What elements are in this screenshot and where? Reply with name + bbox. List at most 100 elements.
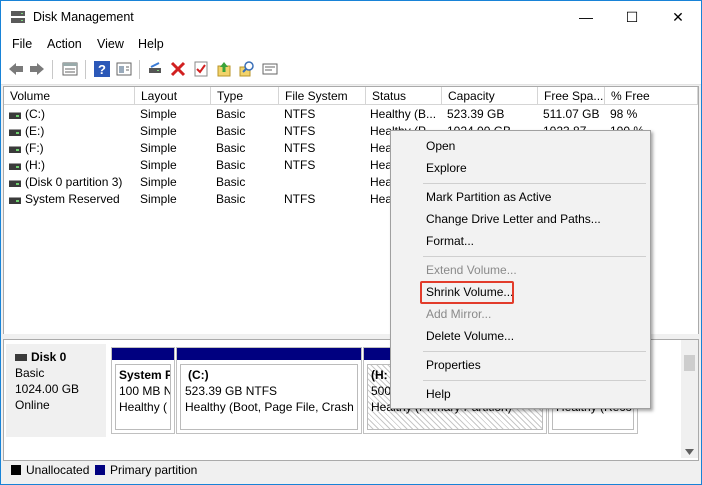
disk-name-label: Disk 0: [31, 350, 67, 364]
cell-type: Basic: [216, 175, 246, 189]
disk-type: Basic: [15, 366, 45, 380]
close-button[interactable]: ✕: [655, 1, 701, 33]
cell-file-system: NTFS: [284, 158, 316, 172]
column-header-capacity[interactable]: Capacity: [442, 87, 538, 105]
drive-icon: [9, 112, 21, 119]
column-header-file-system[interactable]: File System: [279, 87, 366, 105]
column-header-type[interactable]: Type: [211, 87, 279, 105]
menu-item-format[interactable]: Format...: [426, 232, 474, 250]
cell-status: Healthy (B...: [370, 107, 437, 121]
scroll-down-icon[interactable]: [685, 449, 694, 455]
cell-layout: Simple: [140, 158, 177, 172]
disk-state: Online: [15, 398, 50, 412]
title-bar: Disk Management — ☐ ✕: [1, 1, 701, 33]
delete-icon[interactable]: [169, 60, 187, 78]
minimize-button[interactable]: —: [563, 1, 609, 33]
cell-layout: Simple: [140, 107, 177, 121]
cell-type: Basic: [216, 107, 246, 121]
menu-file[interactable]: File: [12, 37, 32, 51]
menu-item-mark-active[interactable]: Mark Partition as Active: [426, 188, 551, 206]
scrollbar-thumb[interactable]: [684, 355, 695, 371]
legend-swatch-primary: [95, 465, 105, 475]
menu-item-properties[interactable]: Properties: [426, 356, 481, 374]
partition-c[interactable]: (C:) 523.39 GB NTFS Healthy (Boot, Page …: [176, 347, 362, 434]
search-icon[interactable]: [238, 60, 256, 78]
menu-item-open[interactable]: Open: [426, 137, 455, 155]
menu-action[interactable]: Action: [47, 37, 82, 51]
cell-layout: Simple: [140, 124, 177, 138]
maximize-button[interactable]: ☐: [609, 1, 655, 33]
cell-volume: (C:): [25, 107, 45, 121]
check-icon[interactable]: [192, 60, 210, 78]
disk-icon: [15, 354, 27, 362]
drive-icon: [9, 146, 21, 153]
menu-help[interactable]: Help: [138, 37, 164, 51]
cell-layout: Simple: [140, 175, 177, 189]
upload-icon[interactable]: [215, 60, 233, 78]
cell-file-system: NTFS: [284, 124, 316, 138]
cell-volume: (H:): [25, 158, 45, 172]
partition-system-reserved[interactable]: System F 100 MB N Healthy (: [111, 347, 175, 434]
partition-size: 523.39 GB NTFS: [185, 384, 278, 398]
cell-file-system: NTFS: [284, 141, 316, 155]
cell-layout: Simple: [140, 141, 177, 155]
column-header-percent-free[interactable]: % Free: [605, 87, 698, 105]
back-icon[interactable]: [7, 60, 25, 78]
menu-item-delete-volume[interactable]: Delete Volume...: [426, 327, 514, 345]
disk-0-info[interactable]: Disk 0 Basic 1024.00 GB Online: [6, 344, 106, 437]
legend-swatch-unallocated: [11, 465, 21, 475]
list-view-icon[interactable]: [61, 60, 79, 78]
connect-icon[interactable]: [146, 60, 164, 78]
partition-name: System F: [119, 368, 171, 382]
disk-view-scrollbar[interactable]: [681, 340, 698, 458]
legend-unallocated: Unallocated: [26, 463, 90, 477]
cell-volume: System Reserved: [25, 192, 120, 206]
partition-status: Healthy (Boot, Page File, Crash D: [185, 400, 358, 414]
partition-status: Healthy (: [119, 400, 168, 414]
disk-management-window: Disk Management — ☐ ✕ File Action View H…: [0, 0, 702, 485]
disk-name: Disk 0: [15, 350, 66, 364]
menu-bar: File Action View Help: [1, 33, 701, 55]
menu-item-explore[interactable]: Explore: [426, 159, 467, 177]
partition-size: 100 MB N: [119, 384, 171, 398]
forward-icon[interactable]: [28, 60, 46, 78]
menu-view[interactable]: View: [97, 37, 124, 51]
cell-type: Basic: [216, 141, 246, 155]
drive-icon: [9, 180, 21, 187]
window-title: Disk Management: [33, 10, 134, 24]
legend-primary: Primary partition: [110, 463, 198, 477]
legend: Unallocated Primary partition: [3, 461, 697, 481]
cell-type: Basic: [216, 158, 246, 172]
table-row[interactable]: (C:) Simple Basic NTFS Healthy (B... 523…: [4, 106, 698, 123]
column-header-layout[interactable]: Layout: [135, 87, 211, 105]
properties-icon[interactable]: [261, 60, 279, 78]
cell-layout: Simple: [140, 192, 177, 206]
disk-size: 1024.00 GB: [15, 382, 80, 396]
menu-item-change-drive-letter[interactable]: Change Drive Letter and Paths...: [426, 210, 601, 228]
cell-volume: (F:): [25, 141, 44, 155]
toolbar: ?: [1, 55, 701, 85]
cell-capacity: 523.39 GB: [447, 107, 505, 121]
menu-item-help[interactable]: Help: [426, 385, 451, 403]
disk-management-app-icon: [11, 11, 25, 23]
partition-name: (C:): [188, 368, 209, 382]
column-header-status[interactable]: Status: [366, 87, 442, 105]
help-icon[interactable]: ?: [93, 60, 111, 78]
cell-type: Basic: [216, 124, 246, 138]
column-header-volume[interactable]: Volume: [4, 87, 135, 105]
menu-item-extend-volume: Extend Volume...: [426, 263, 517, 277]
column-header-free-space[interactable]: Free Spa...: [538, 87, 605, 105]
svg-text:?: ?: [98, 62, 106, 77]
show-hide-icon[interactable]: [115, 60, 133, 78]
cell-volume: (Disk 0 partition 3): [25, 175, 123, 189]
cell-type: Basic: [216, 192, 246, 206]
drive-icon: [9, 163, 21, 170]
drive-icon: [9, 129, 21, 136]
cell-file-system: NTFS: [284, 192, 316, 206]
cell-volume: (E:): [25, 124, 45, 138]
drive-icon: [9, 197, 21, 204]
context-menu: Open Explore Mark Partition as Active Ch…: [390, 130, 651, 409]
shrink-volume-highlight: [420, 281, 514, 304]
cell-percent-free: 98 %: [610, 107, 638, 121]
menu-item-add-mirror: Add Mirror...: [426, 307, 492, 321]
